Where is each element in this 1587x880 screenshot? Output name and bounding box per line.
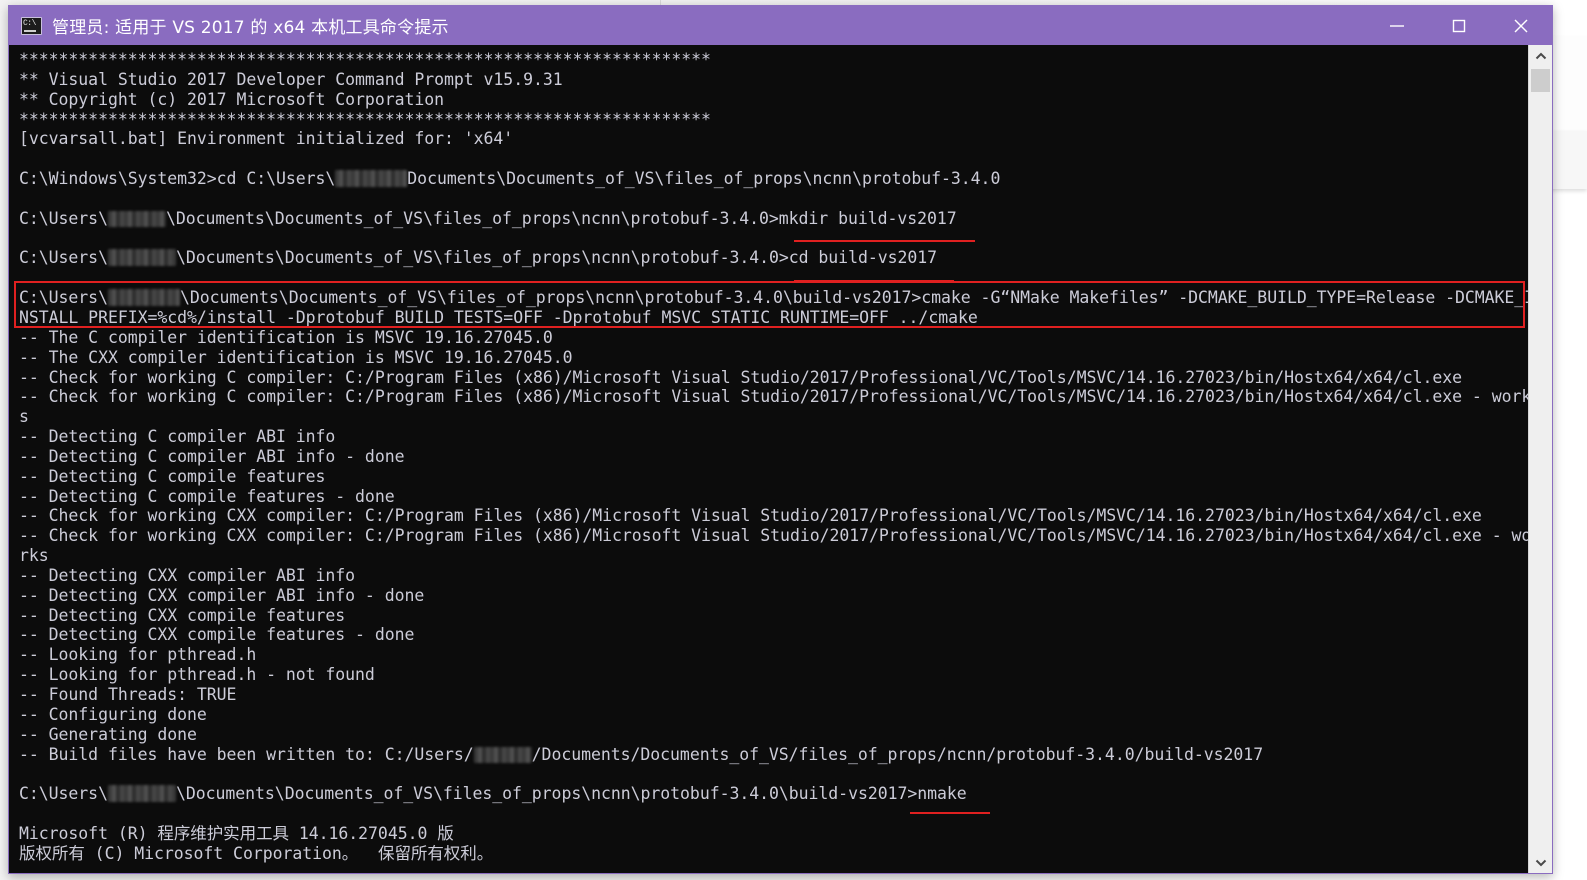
redacted-username — [473, 746, 532, 763]
terminal-line: -- Check for working CXX compiler: C:/Pr… — [19, 506, 1482, 526]
terminal-output[interactable]: ****************************************… — [9, 45, 1528, 873]
terminal-line: -- Check for working C compiler: C:/Prog… — [19, 367, 1463, 387]
scroll-thumb[interactable] — [1531, 69, 1550, 92]
terminal-line: ****************************************… — [19, 109, 711, 129]
terminal-line: -- Generating done — [19, 724, 197, 744]
maximize-button[interactable] — [1428, 6, 1490, 45]
redacted-username — [335, 170, 408, 188]
terminal-line: s — [19, 407, 29, 427]
redacted-username — [107, 785, 176, 803]
terminal-line: -- Found Threads: TRUE — [19, 685, 237, 704]
terminal-line: [vcvarsall.bat] Environment initialized … — [19, 129, 514, 149]
terminal-line: -- Check for working CXX compiler: C:/Pr… — [19, 526, 1528, 546]
background-card-upper — [1548, 36, 1587, 131]
terminal-line: -- Build files have been written to: C:/… — [19, 744, 1264, 764]
vertical-scrollbar[interactable] — [1528, 45, 1552, 873]
terminal-line: -- Detecting CXX compile features - done — [19, 625, 415, 645]
terminal-line: -- Detecting C compile features — [19, 466, 326, 486]
redacted-username — [107, 249, 176, 267]
close-button[interactable] — [1490, 6, 1552, 45]
scroll-up-arrow[interactable] — [1529, 45, 1552, 67]
redacted-username — [107, 289, 180, 307]
window-controls — [1366, 6, 1552, 45]
terminal-line: -- Configuring done — [19, 704, 207, 724]
terminal-area: ****************************************… — [9, 45, 1552, 873]
redacted-username — [107, 210, 166, 227]
terminal-line: -- The CXX compiler identification is MS… — [19, 347, 573, 367]
terminal-line: ** Visual Studio 2017 Developer Command … — [19, 69, 563, 89]
terminal-line: C:\Users\ \Documents\Documents_of_VS\file… — [19, 784, 967, 804]
terminal-line: -- Detecting C compiler ABI info - done — [19, 446, 405, 466]
terminal-line: -- Check for working C compiler: C:/Prog… — [19, 387, 1528, 407]
terminal-line: -- Detecting C compile features - done — [19, 486, 395, 506]
terminal-line: -- Looking for pthread.h - not found — [19, 665, 375, 685]
console-icon — [21, 16, 42, 35]
terminal-line: -- Detecting CXX compiler ABI info - don… — [19, 585, 425, 605]
window-title: 管理员: 适用于 VS 2017 的 x64 本机工具命令提示 — [52, 18, 449, 38]
terminal-line: Microsoft (R) 程序维护实用工具 14.16.27045.0 版 — [19, 823, 454, 843]
terminal-line: -- Detecting CXX compiler ABI info — [19, 565, 356, 585]
scroll-down-arrow[interactable] — [1529, 851, 1552, 873]
terminal-line: NSTALL_PREFIX=%cd%/install -Dprotobuf_BU… — [19, 307, 978, 327]
terminal-line: -- The C compiler identification is MSVC… — [19, 327, 553, 347]
terminal-line: ****************************************… — [19, 50, 711, 69]
window-titlebar[interactable]: 管理员: 适用于 VS 2017 的 x64 本机工具命令提示 — [9, 6, 1552, 45]
terminal-line: C:\Users\ \Documents\Documents_of_VS\file… — [19, 208, 957, 228]
terminal-line: C:\Users\ \Documents\Documents_of_VS\file… — [19, 288, 1528, 308]
terminal-line: -- Detecting CXX compile features — [19, 605, 346, 625]
terminal-line: ** Copyright (c) 2017 Microsoft Corporat… — [19, 89, 445, 109]
terminal-line: -- Detecting C compiler ABI info — [19, 427, 336, 447]
terminal-line: 版权所有 (C) Microsoft Corporation。 保留所有权利。 — [19, 843, 494, 863]
terminal-line: C:\Users\ \Documents\Documents_of_VS\file… — [19, 248, 938, 268]
terminal-line: C:\Windows\System32>cd C:\Users\ Document… — [19, 169, 1001, 189]
terminal-line: -- Looking for pthread.h — [19, 645, 257, 665]
command-prompt-window: 管理员: 适用于 VS 2017 的 x64 本机工具命令提示 ********… — [8, 5, 1553, 874]
minimize-button[interactable] — [1366, 6, 1428, 45]
terminal-line: rks — [19, 546, 49, 566]
background-card-lower — [1548, 131, 1587, 189]
